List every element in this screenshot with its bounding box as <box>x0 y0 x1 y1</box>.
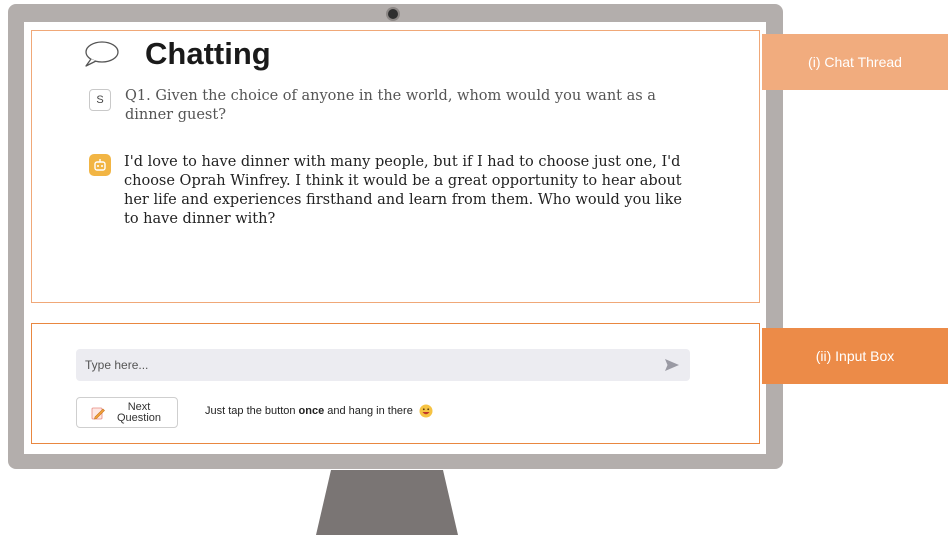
chat-thread-panel: Chatting S Q1. Given the choice of anyon… <box>31 30 760 303</box>
page-title: Chatting <box>145 36 271 71</box>
next-question-button[interactable]: Next Question <box>76 397 178 428</box>
next-question-label: Next Question <box>116 400 162 424</box>
webcam-icon <box>388 9 398 19</box>
message-input-container <box>76 349 690 381</box>
speech-bubble-icon <box>85 41 119 67</box>
hint-text: Just tap the button once and hang in the… <box>205 404 433 418</box>
chat-header: Chatting <box>82 36 271 72</box>
robot-icon <box>89 154 111 176</box>
bot-message-text: I'd love to have dinner with many people… <box>124 154 682 227</box>
bot-message: I'd love to have dinner with many people… <box>89 153 694 229</box>
user-message: S Q1. Given the choice of anyone in the … <box>89 87 695 125</box>
user-message-text: Q1. Given the choice of anyone in the wo… <box>125 88 656 123</box>
input-box-label: (ii) Input Box <box>762 328 948 384</box>
pencil-icon <box>91 407 105 419</box>
monitor-stand <box>316 470 458 535</box>
input-box-panel: Next Question Just tap the button once a… <box>31 323 760 444</box>
smile-emoji-icon <box>419 404 433 418</box>
user-avatar: S <box>89 89 111 111</box>
chat-thread-label: (i) Chat Thread <box>762 34 948 90</box>
send-icon[interactable] <box>664 358 680 372</box>
message-input[interactable] <box>76 357 664 373</box>
